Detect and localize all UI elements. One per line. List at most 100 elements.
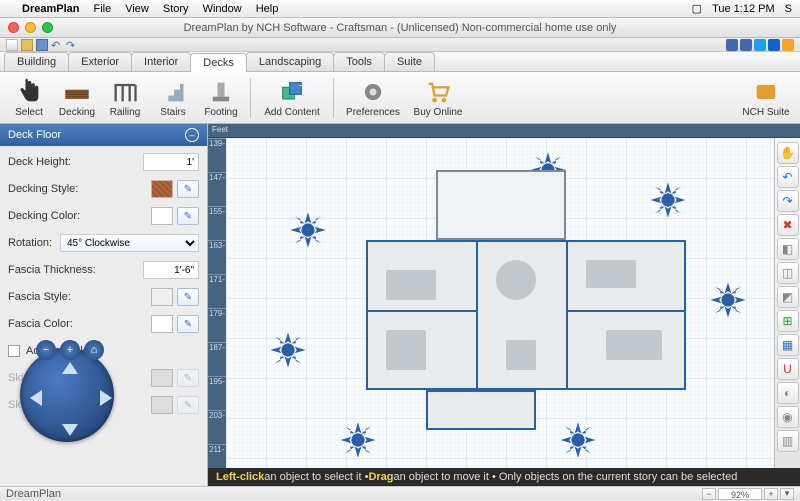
tool-c[interactable]: ◩ <box>777 286 799 308</box>
menu-story[interactable]: Story <box>163 3 189 15</box>
tool-f[interactable]: ▥ <box>777 430 799 452</box>
hint-bar: Left-click an object to select it • Drag… <box>208 468 800 486</box>
qa-new-icon[interactable] <box>6 39 18 51</box>
right-toolbar: ✋↶↷✖◧◫◩⊞▦U◐◉▥ <box>774 138 800 468</box>
window-titlebar: DreamPlan by NCH Software - Craftsman - … <box>0 18 800 38</box>
fascia-color-swatch[interactable] <box>151 315 173 333</box>
zoom-value[interactable]: 92% <box>718 488 762 500</box>
snap[interactable]: U <box>777 358 799 380</box>
panel-collapse-icon[interactable]: – <box>185 128 199 142</box>
canvas-area: Feet 139- 147- 155- 163- 171- 179- 187- … <box>208 124 800 486</box>
nav-left[interactable] <box>30 390 42 406</box>
zoom-window[interactable] <box>42 22 53 33</box>
nav-up[interactable] <box>62 362 78 374</box>
mac-menubar: DreamPlan File View Story Window Help ▢ … <box>0 0 800 18</box>
tab-landscaping[interactable]: Landscaping <box>246 52 334 71</box>
footing-tool[interactable]: Footing <box>198 74 244 122</box>
tab-tools[interactable]: Tools <box>333 52 385 71</box>
fascia-thickness-label: Fascia Thickness: <box>8 264 143 276</box>
preferences[interactable]: Preferences <box>340 74 406 122</box>
tree-object[interactable] <box>556 418 600 462</box>
deck-height-input[interactable] <box>143 153 199 171</box>
qa-open-icon[interactable] <box>21 39 33 51</box>
tree-object[interactable] <box>336 418 380 462</box>
close-window[interactable] <box>8 22 19 33</box>
decking-icon <box>63 78 91 106</box>
select-tool[interactable]: Select <box>6 74 52 122</box>
delete[interactable]: ✖ <box>777 214 799 236</box>
pan-tool[interactable]: ✋ <box>777 142 799 164</box>
fascia-thickness-input[interactable] <box>143 261 199 279</box>
decking-tool[interactable]: Decking <box>54 74 100 122</box>
tool-b[interactable]: ◫ <box>777 262 799 284</box>
railing-icon <box>111 78 139 106</box>
nch-suite-icon <box>752 78 780 106</box>
fascia-style-picker[interactable]: ✎ <box>177 288 199 306</box>
airplay-icon[interactable]: ▢ <box>692 2 702 15</box>
redo[interactable]: ↷ <box>777 190 799 212</box>
nav-down[interactable] <box>62 424 78 436</box>
railing-tool[interactable]: Railing <box>102 74 148 122</box>
camera-btn[interactable]: ⌂ <box>84 340 104 360</box>
decking-style-swatch[interactable] <box>151 180 173 198</box>
tree-object[interactable] <box>286 208 330 252</box>
tab-interior[interactable]: Interior <box>131 52 191 71</box>
zoom-out[interactable]: − <box>702 488 716 500</box>
app-menu[interactable]: DreamPlan <box>22 3 79 15</box>
footing-icon <box>207 78 235 106</box>
tool-d[interactable]: ◐ <box>777 382 799 404</box>
grid-toggle[interactable]: ▦ <box>777 334 799 356</box>
tool-e[interactable]: ◉ <box>777 406 799 428</box>
menu-help[interactable]: Help <box>256 3 279 15</box>
skirt-color-swatch <box>151 396 173 414</box>
zoom-out-btn[interactable]: − <box>36 340 56 360</box>
stairs-tool[interactable]: Stairs <box>150 74 196 122</box>
menu-file[interactable]: File <box>93 3 111 15</box>
decking-style-picker[interactable]: ✎ <box>177 180 199 198</box>
share-icon[interactable] <box>782 39 794 51</box>
menubar-user[interactable]: S <box>785 3 792 15</box>
tab-exterior[interactable]: Exterior <box>68 52 132 71</box>
undo[interactable]: ↶ <box>777 166 799 188</box>
zoom-in-btn[interactable]: + <box>60 340 80 360</box>
fascia-color-label: Fascia Color: <box>8 318 151 330</box>
tree-object[interactable] <box>266 328 310 372</box>
qa-undo-icon[interactable]: ↶ <box>51 39 63 51</box>
tree-object[interactable] <box>706 278 750 322</box>
zoom-in[interactable]: + <box>764 488 778 500</box>
thumbs-icon[interactable] <box>726 39 738 51</box>
tab-decks[interactable]: Decks <box>190 53 247 72</box>
decking-color-swatch[interactable] <box>151 207 173 225</box>
zoom-dropdown[interactable]: ▾ <box>780 488 794 500</box>
decking-color-picker[interactable]: ✎ <box>177 207 199 225</box>
rotation-label: Rotation: <box>8 237 60 249</box>
measure[interactable]: ⊞ <box>777 310 799 332</box>
minimize-window[interactable] <box>25 22 36 33</box>
fascia-color-picker[interactable]: ✎ <box>177 315 199 333</box>
decking-style-label: Decking Style: <box>8 183 151 195</box>
twitter-icon[interactable] <box>754 39 766 51</box>
add-content[interactable]: + Add Content <box>257 74 327 122</box>
qa-redo-icon[interactable]: ↷ <box>66 39 78 51</box>
hand-icon <box>15 78 43 106</box>
nch-suite[interactable]: NCH Suite <box>738 74 794 122</box>
menu-view[interactable]: View <box>125 3 149 15</box>
tab-suite[interactable]: Suite <box>384 52 435 71</box>
facebook-icon[interactable] <box>740 39 752 51</box>
floorplan[interactable] <box>366 170 686 410</box>
tab-building[interactable]: Building <box>4 52 69 71</box>
ruler-unit: Feet <box>212 125 228 134</box>
design-viewport[interactable] <box>226 138 774 468</box>
panel-title: Deck Floor <box>8 129 61 141</box>
qa-save-icon[interactable] <box>36 39 48 51</box>
quick-access-bar: ↶ ↷ <box>0 38 800 52</box>
menu-window[interactable]: Window <box>203 3 242 15</box>
panel-header: Deck Floor – <box>0 124 207 146</box>
nav-right[interactable] <box>100 390 112 406</box>
add-content-icon: + <box>278 78 306 106</box>
rotation-select[interactable]: 45° Clockwise <box>60 234 199 252</box>
fascia-style-swatch[interactable] <box>151 288 173 306</box>
tool-a[interactable]: ◧ <box>777 238 799 260</box>
linkedin-icon[interactable] <box>768 39 780 51</box>
buy-online[interactable]: Buy Online <box>408 74 468 122</box>
